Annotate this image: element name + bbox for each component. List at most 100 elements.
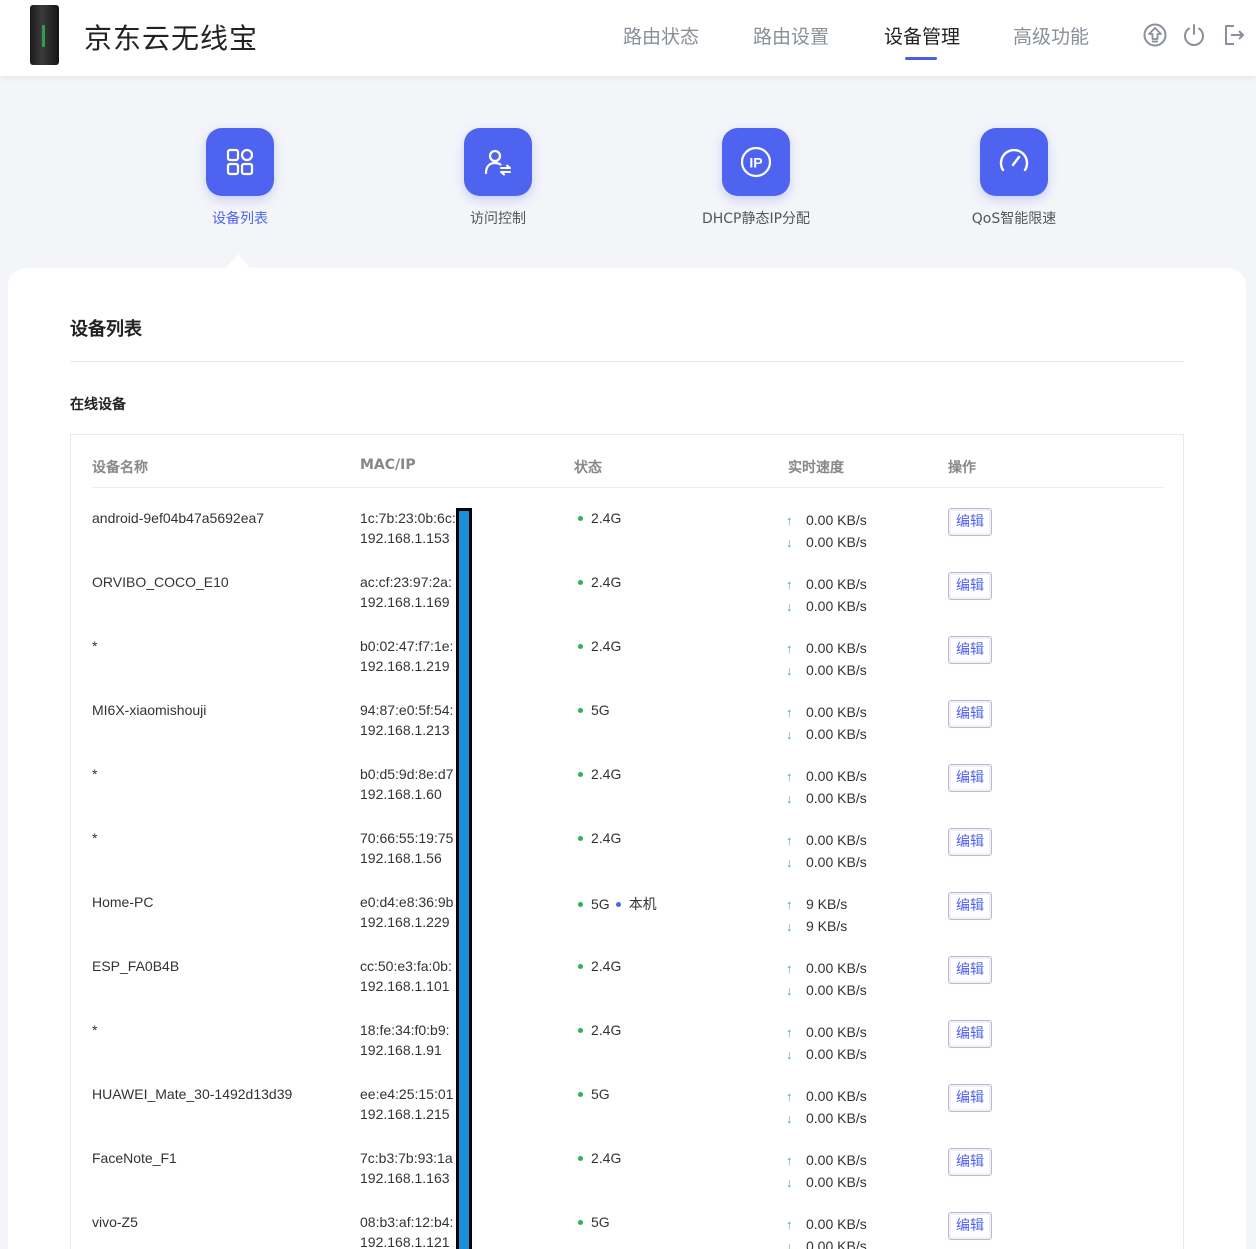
download-speed: 9 KB/s bbox=[806, 918, 848, 934]
page-title: 设备列表 bbox=[70, 319, 142, 340]
upload-speed: 0.00 KB/s bbox=[806, 960, 867, 976]
table-row: android-9ef04b47a5692ea7 1c:7b:23:0b:6c: 1… bbox=[0, 508, 1256, 574]
online-dot bbox=[578, 1027, 583, 1033]
edit-button[interactable]: 编辑 bbox=[948, 700, 992, 728]
device-band: 5G bbox=[591, 1214, 610, 1230]
online-dot bbox=[578, 579, 583, 585]
edit-button[interactable]: 编辑 bbox=[948, 892, 992, 920]
local-device-label: 本机 bbox=[628, 896, 657, 912]
device-mac: e0:d4:e8:36:9b bbox=[360, 894, 454, 910]
feature-access-control[interactable]: 访问控制 bbox=[408, 128, 588, 228]
device-band: 2.4G bbox=[591, 510, 622, 526]
upload-arrow-icon: ↑ bbox=[786, 1217, 793, 1232]
table-row: HUAWEI_Mate_30-1492d13d39 ee:e4:25:15:01 1… bbox=[0, 1084, 1256, 1150]
device-band: 2.4G bbox=[591, 766, 622, 782]
device-status: 5G bbox=[578, 1214, 610, 1230]
feature-label: 访问控制 bbox=[470, 211, 526, 227]
device-status: 2.4G bbox=[578, 766, 621, 782]
device-mac: 70:66:55:19:75 bbox=[360, 830, 454, 846]
edit-button[interactable]: 编辑 bbox=[948, 1212, 992, 1240]
device-name: ESP_FA0B4B bbox=[92, 958, 180, 974]
device-mac: 1c:7b:23:0b:6c: bbox=[360, 510, 456, 526]
device-status: 2.4G bbox=[578, 574, 621, 590]
svg-text:IP: IP bbox=[749, 155, 762, 171]
device-ip: 192.168.1.153 bbox=[360, 530, 450, 546]
device-ip: 192.168.1.213 bbox=[360, 722, 450, 738]
online-devices-title: 在线设备 bbox=[70, 397, 126, 413]
edit-button[interactable]: 编辑 bbox=[948, 636, 992, 664]
nav-device-management[interactable]: 设备管理 bbox=[884, 22, 960, 49]
logout-icon[interactable] bbox=[1220, 22, 1246, 48]
download-speed: 0.00 KB/s bbox=[806, 1174, 867, 1190]
feature-qos[interactable]: QoS智能限速 bbox=[924, 128, 1104, 228]
download-speed: 0.00 KB/s bbox=[806, 598, 867, 614]
device-ip: 192.168.1.163 bbox=[360, 1170, 450, 1186]
device-list-icon bbox=[226, 148, 254, 176]
download-arrow-icon: ↓ bbox=[786, 535, 793, 550]
col-header-name: 设备名称 bbox=[92, 460, 148, 476]
col-header-speed: 实时速度 bbox=[788, 460, 844, 476]
upload-arrow-icon: ↑ bbox=[786, 897, 793, 912]
device-speed: ↑ 0.00 KB/s ↓ 0.00 KB/s bbox=[786, 511, 867, 555]
upload-arrow-icon: ↑ bbox=[786, 513, 793, 528]
table-row: * b0:02:47:f7:1e: 192.168.1.219 2.4G ↑ 0.00 K… bbox=[0, 636, 1256, 702]
edit-button[interactable]: 编辑 bbox=[948, 828, 992, 856]
table-row: Home-PC e0:d4:e8:36:9b 192.168.1.229 5G 本机 ↑ 9… bbox=[0, 892, 1256, 958]
device-ip: 192.168.1.169 bbox=[360, 594, 450, 610]
device-mac: 94:87:e0:5f:54: bbox=[360, 702, 454, 718]
power-icon[interactable] bbox=[1181, 22, 1207, 48]
online-dot bbox=[578, 707, 583, 713]
device-status: 5G 本机 bbox=[578, 894, 657, 914]
col-header-mac-ip: MAC/IP bbox=[360, 457, 416, 473]
edit-button[interactable]: 编辑 bbox=[948, 1084, 992, 1112]
download-arrow-icon: ↓ bbox=[786, 855, 793, 870]
device-status: 2.4G bbox=[578, 1022, 621, 1038]
upload-speed: 0.00 KB/s bbox=[806, 832, 867, 848]
local-device-dot bbox=[615, 901, 621, 907]
router-device-image bbox=[30, 5, 59, 65]
nav-route-status[interactable]: 路由状态 bbox=[623, 22, 699, 49]
feature-label: DHCP静态IP分配 bbox=[701, 211, 811, 227]
feature-dhcp-static-ip[interactable]: IP DHCP静态IP分配 bbox=[666, 128, 846, 228]
device-status: 2.4G bbox=[578, 1150, 621, 1166]
nav-route-settings[interactable]: 路由设置 bbox=[753, 22, 829, 49]
feature-label: QoS智能限速 bbox=[971, 211, 1057, 227]
upload-arrow-icon: ↑ bbox=[786, 705, 793, 720]
upload-arrow-icon: ↑ bbox=[786, 1089, 793, 1104]
device-ip: 192.168.1.101 bbox=[360, 978, 450, 994]
download-arrow-icon: ↓ bbox=[786, 1111, 793, 1126]
col-header-status: 状态 bbox=[574, 460, 602, 476]
table-row: vivo-Z5 08:b3:af:12:b4: 192.168.1.121 5G ↑ 0.… bbox=[0, 1212, 1256, 1249]
speedometer-icon bbox=[999, 148, 1029, 172]
nav-advanced[interactable]: 高级功能 bbox=[1013, 22, 1089, 49]
online-dot bbox=[578, 1091, 583, 1097]
edit-button[interactable]: 编辑 bbox=[948, 1148, 992, 1176]
online-dot bbox=[578, 515, 583, 521]
device-mac-ip: cc:50:e3:fa:0b: 192.168.1.101 bbox=[360, 958, 457, 994]
device-name: * bbox=[92, 1022, 98, 1038]
device-ip: 192.168.1.219 bbox=[360, 658, 450, 674]
device-ip: 192.168.1.229 bbox=[360, 914, 450, 930]
download-arrow-icon: ↓ bbox=[786, 1047, 793, 1062]
device-mac-ip: 7c:b3:7b:93:1a 192.168.1.163 bbox=[360, 1150, 457, 1186]
edit-button[interactable]: 编辑 bbox=[948, 1020, 992, 1048]
device-status: 2.4G bbox=[578, 638, 621, 654]
download-speed: 0.00 KB/s bbox=[806, 662, 867, 678]
device-mac-ip: b0:d5:9d:8e:d7 192.168.1.60 bbox=[360, 766, 457, 802]
edit-button[interactable]: 编辑 bbox=[948, 956, 992, 984]
divider bbox=[70, 361, 1184, 362]
feature-label: 设备列表 bbox=[212, 211, 268, 227]
device-mac-ip: 1c:7b:23:0b:6c: 192.168.1.153 bbox=[360, 510, 457, 546]
nav-active-indicator bbox=[905, 57, 937, 60]
online-dot bbox=[578, 1219, 583, 1225]
upgrade-icon[interactable] bbox=[1142, 22, 1168, 48]
feature-device-list[interactable]: 设备列表 bbox=[150, 128, 330, 228]
upload-speed: 0.00 KB/s bbox=[806, 640, 867, 656]
edit-button[interactable]: 编辑 bbox=[948, 764, 992, 792]
col-header-action: 操作 bbox=[948, 460, 976, 476]
edit-button[interactable]: 编辑 bbox=[948, 572, 992, 600]
device-ip: 192.168.1.56 bbox=[360, 850, 442, 866]
device-name: Home-PC bbox=[92, 894, 154, 910]
download-speed: 0.00 KB/s bbox=[806, 790, 867, 806]
edit-button[interactable]: 编辑 bbox=[948, 508, 992, 536]
